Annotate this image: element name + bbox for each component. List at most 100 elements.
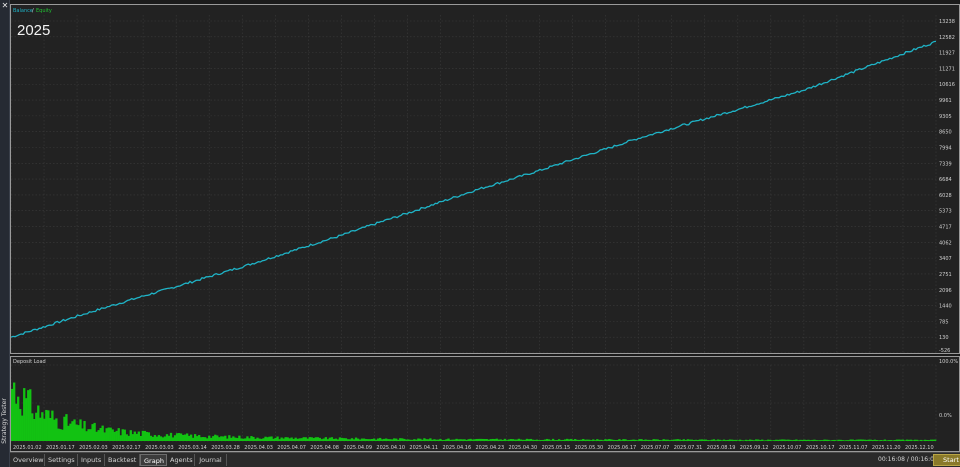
- start-button[interactable]: Start: [933, 454, 960, 466]
- deposit-load-bar: [648, 439, 651, 441]
- deposit-load-bar: [909, 439, 913, 441]
- deposit-load-bar: [290, 437, 293, 441]
- deposit-load-bar: [851, 439, 854, 441]
- deposit-load-chart[interactable]: 2025.01.02 2025.01.17 2025.02.03 2025.02.17…: [10, 356, 960, 452]
- deposit-load-bar: [913, 439, 917, 441]
- deposit-load-bar: [785, 439, 788, 441]
- deposit-load-bar: [383, 438, 386, 441]
- deposit-load-bar: [803, 439, 806, 441]
- deposit-load-bar: [21, 415, 24, 441]
- deposit-load-bar: [925, 440, 929, 441]
- deposit-load-bar: [553, 440, 557, 441]
- deposit-load-bar: [294, 437, 297, 441]
- deposit-load-bar: [751, 439, 754, 441]
- deposit-load-bar: [17, 396, 20, 441]
- balance-equity-chart[interactable]: 13238 12582 11927 11271 10616 9961 9305 8650 799…: [10, 4, 960, 354]
- deposit-load-bar: [610, 439, 613, 441]
- deposit-load-bar: [658, 440, 661, 441]
- deposit-load-bar: [929, 439, 933, 441]
- deposit-load-bar: [891, 440, 895, 441]
- deposit-load-bar: [222, 436, 225, 441]
- tab-journal[interactable]: Journal: [195, 454, 227, 466]
- deposit-load-bar: [27, 390, 30, 441]
- deposit-load-bar: [256, 437, 259, 441]
- deposit-load-bar: [817, 440, 820, 441]
- deposit-load-bar: [453, 439, 456, 441]
- date-tick-label: 2025.01.17: [46, 445, 75, 451]
- close-icon[interactable]: ✕: [1, 1, 9, 10]
- deposit-load-bar: [503, 438, 506, 441]
- deposit-load-bar: [833, 439, 836, 441]
- deposit-load-bar: [354, 437, 358, 441]
- deposit-load-bar: [495, 438, 498, 441]
- tab-backtest[interactable]: Backtest: [105, 454, 140, 466]
- deposit-load-bar: [921, 440, 925, 441]
- date-tick-label: 2025.04.03: [244, 445, 273, 451]
- deposit-load-bar: [75, 424, 78, 441]
- deposit-load-bar: [123, 429, 126, 441]
- deposit-load-bar: [300, 438, 303, 441]
- deposit-load-bar: [863, 439, 866, 441]
- date-tick-label: 2025.03.03: [145, 445, 174, 451]
- date-tick-label: 2025.05.30: [575, 445, 604, 451]
- deposit-load-bar: [346, 439, 350, 441]
- deposit-load-bar: [169, 432, 173, 441]
- deposit-load-bar: [296, 438, 299, 441]
- deposit-load-bar: [35, 412, 38, 441]
- deposit-load-bar: [181, 434, 185, 441]
- deposit-load-bar: [734, 439, 738, 441]
- deposit-load-bar: [769, 439, 772, 441]
- deposit-load-bar: [529, 438, 533, 441]
- deposit-load-bar: [175, 433, 179, 441]
- deposit-load-bar: [811, 439, 814, 441]
- deposit-load-bar: [99, 428, 102, 441]
- deposit-load-bar: [662, 439, 665, 441]
- deposit-load-bar: [445, 439, 448, 441]
- deposit-load-bar: [157, 435, 161, 441]
- tab-overview[interactable]: Overview: [10, 454, 45, 466]
- deposit-load-bar: [869, 439, 872, 441]
- deposit-load-bar: [724, 440, 728, 441]
- deposit-load-bar: [489, 439, 492, 441]
- deposit-load-bar: [437, 439, 440, 441]
- tab-settings[interactable]: Settings: [45, 454, 78, 466]
- deposit-load-bar: [879, 440, 883, 441]
- deposit-load-bar: [491, 438, 494, 441]
- deposit-load-bar: [827, 439, 830, 441]
- deposit-load-bar: [638, 439, 641, 441]
- tab-agents[interactable]: Agents: [167, 454, 195, 466]
- deposit-load-bar: [13, 382, 16, 441]
- deposit-load-bar: [153, 435, 157, 441]
- deposit-load-bar: [718, 439, 722, 441]
- tab-graph[interactable]: Graph: [140, 454, 167, 466]
- deposit-load-bar: [15, 403, 18, 441]
- balance-y-tick-label: 130: [939, 335, 949, 341]
- deposit-load-bar: [885, 440, 889, 441]
- deposit-load-bar: [847, 440, 850, 441]
- deposit-load-bar: [57, 428, 60, 441]
- date-tick-label: 2025.04.09: [343, 445, 372, 451]
- deposit-load-bar: [429, 438, 432, 441]
- deposit-load-bar: [551, 438, 555, 441]
- deposit-load-bar: [642, 440, 645, 441]
- deposit-load-bar: [765, 440, 768, 441]
- deposit-load-bar: [463, 439, 466, 441]
- deposit-load-bar: [306, 438, 309, 441]
- deposit-load-bar: [646, 439, 649, 441]
- deposit-load-bar: [151, 436, 155, 441]
- tab-inputs[interactable]: Inputs: [78, 454, 105, 466]
- deposit-load-bar: [407, 439, 410, 441]
- deposit-load-bar: [232, 436, 235, 441]
- date-tick-label: 2025.06.17: [608, 445, 637, 451]
- deposit-load-bar: [25, 398, 28, 441]
- deposit-load-bar: [559, 440, 563, 441]
- deposit-load-bar: [767, 439, 770, 441]
- deposit-load-bar: [344, 438, 348, 441]
- deposit-load-bar: [61, 429, 64, 441]
- deposit-load-bar: [883, 439, 887, 441]
- date-tick-label: 2025.12.10: [905, 445, 934, 451]
- deposit-load-bar: [779, 439, 782, 441]
- balance-y-tick-label: 13238: [939, 19, 955, 25]
- deposit-load-bar: [740, 440, 744, 441]
- deposit-load-bar: [736, 440, 740, 441]
